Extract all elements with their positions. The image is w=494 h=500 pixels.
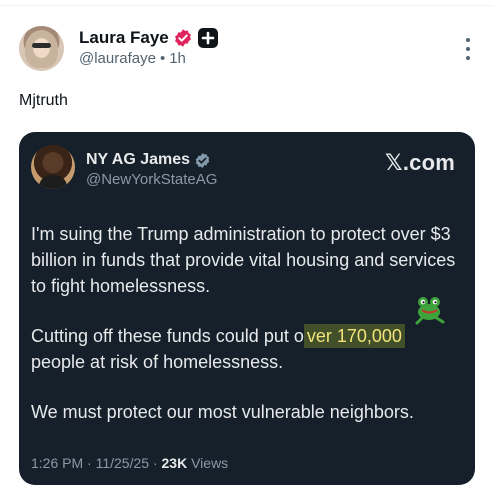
quoted-author-name-row: NY AG James bbox=[86, 150, 211, 170]
views-label: Views bbox=[191, 455, 229, 471]
quoted-author-handle[interactable]: @NewYorkStateAG bbox=[86, 171, 217, 188]
views-count[interactable]: 23K bbox=[162, 455, 188, 471]
verified-badge-icon bbox=[174, 29, 191, 47]
author-meta-row: @laurafaye • 1h bbox=[79, 50, 186, 67]
author-name-row: Laura Faye bbox=[79, 27, 218, 49]
author-display-name[interactable]: Laura Faye bbox=[79, 28, 169, 48]
source-domain: .com bbox=[402, 150, 455, 175]
quoted-author-avatar[interactable] bbox=[31, 145, 75, 189]
affiliate-plus-icon bbox=[197, 28, 218, 48]
author-handle[interactable]: @laurafaye bbox=[79, 50, 156, 67]
quoted-paragraph-2: Cutting off these funds could put o ver 1… bbox=[31, 323, 461, 375]
quoted-post-card[interactable]: NY AG James @NewYorkStateAG 𝕏.com I'm su… bbox=[19, 132, 475, 485]
x-com-watermark: 𝕏.com bbox=[385, 150, 455, 176]
quoted-author-display-name[interactable]: NY AG James bbox=[86, 151, 190, 169]
quoted-post-time[interactable]: 1:26 PM bbox=[31, 455, 83, 471]
frog-sticker-icon bbox=[415, 297, 445, 325]
paragraph-2-tail: people at risk of homelessness. bbox=[31, 352, 284, 372]
highlighted-text: ver 170,000 bbox=[303, 324, 405, 348]
x-logo-icon: 𝕏 bbox=[384, 151, 403, 176]
top-divider bbox=[0, 0, 494, 6]
quoted-paragraph-3: We must protect our most vulnerable neig… bbox=[31, 402, 414, 422]
more-options-icon[interactable] bbox=[465, 38, 471, 60]
meta-separator: • bbox=[159, 50, 166, 67]
quoted-post-meta: 1:26 PM · 11/25/25 · 23K Views bbox=[31, 455, 228, 471]
paragraph-2-lead: Cutting off these funds could put o bbox=[31, 326, 304, 346]
gray-verified-badge-icon bbox=[195, 152, 210, 168]
post-text: Mjtruth bbox=[19, 92, 68, 109]
meta-separator: · bbox=[152, 455, 158, 471]
post-header: Laura Faye @laurafaye • 1h bbox=[19, 25, 479, 73]
quoted-paragraph-1: I'm suing the Trump administration to pr… bbox=[31, 224, 456, 296]
quoted-post-date[interactable]: 11/25/25 bbox=[96, 455, 149, 471]
post-time[interactable]: 1h bbox=[169, 50, 186, 67]
meta-separator: · bbox=[87, 455, 92, 471]
author-avatar[interactable] bbox=[19, 26, 64, 71]
